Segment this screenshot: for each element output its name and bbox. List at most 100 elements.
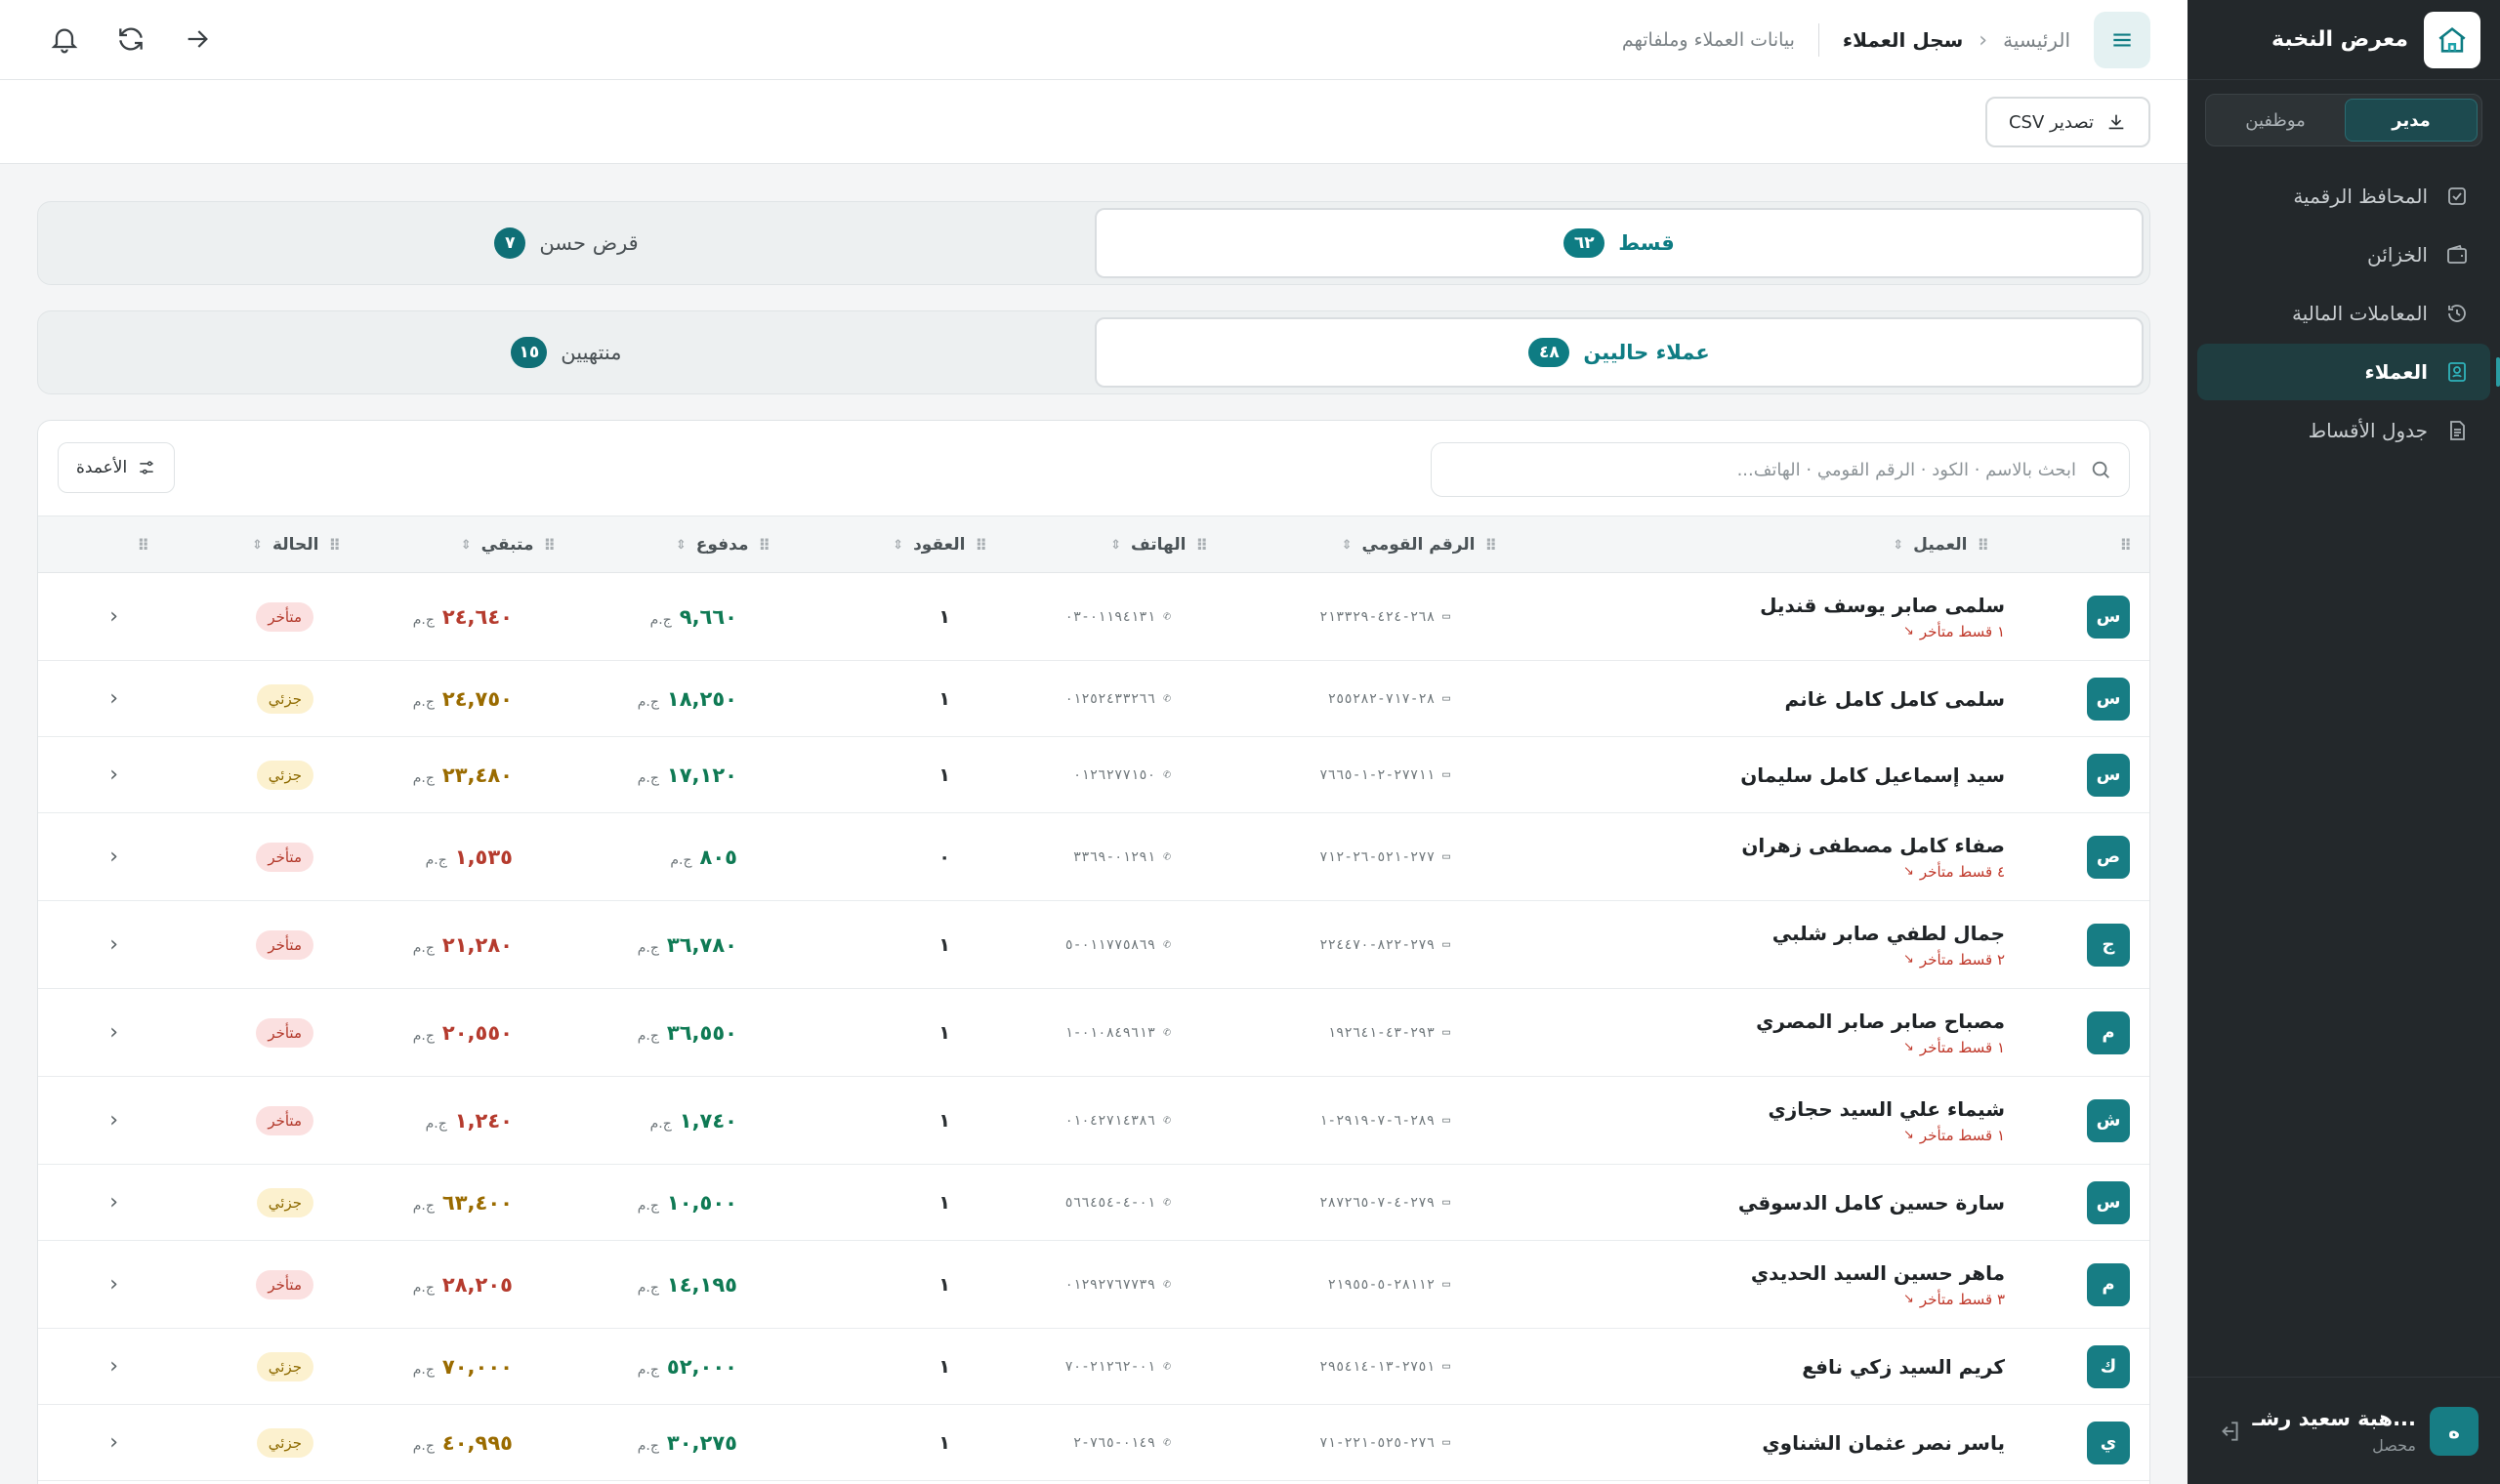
chevron-right-icon[interactable]: › xyxy=(109,1108,118,1133)
national-id-value: ٢٨-٧١٧-٢٥٥٢٨٢ xyxy=(1327,690,1436,707)
avatar: ص xyxy=(2087,835,2130,879)
user-card[interactable]: هبة سعيد رشـ... محصل ه xyxy=(2188,1377,2500,1484)
remaining-amount: ٢٤,٧٥٠ ج.م xyxy=(413,687,513,711)
table-row[interactable]: ي ياسر نصر عثمان الشناوي ▭ ٢٧٦-٥٢٥-٢٢١-٧١ ✆ ٠… xyxy=(38,1405,2149,1481)
chevron-right-icon[interactable]: › xyxy=(109,1430,118,1455)
table-row[interactable]: ج جمال لطفي صابر شلبي ٢ قسط متأخر ↘ ▭ ٢٧٩-٨٢٢… xyxy=(38,901,2149,989)
chevron-right-icon[interactable]: › xyxy=(109,1354,118,1379)
client-info: مصباح صابر صابر المصري ١ قسط متأخر ↘ xyxy=(1756,1010,2005,1056)
table-row[interactable]: س سلمى صابر يوسف قنديل ١ قسط متأخر ↘ ▭ ٢٦٨-٤٢… xyxy=(38,573,2149,661)
sidebar-item-installments[interactable]: جدول الأقساط xyxy=(2197,402,2490,459)
avatar: م xyxy=(2087,1262,2130,1306)
header-drag-handle[interactable]: ⠿ xyxy=(2120,516,2132,573)
chevron-right-icon[interactable]: › xyxy=(109,932,118,957)
avatar: ج xyxy=(2087,923,2130,967)
check-square-icon xyxy=(2448,187,2466,205)
menu-toggle-button[interactable] xyxy=(2094,12,2150,68)
sidebar-item-safes[interactable]: الخزائن xyxy=(2197,227,2490,283)
client-name[interactable]: سلمى صابر يوسف قنديل xyxy=(1760,594,2005,617)
client-name[interactable]: جمال لطفي صابر شلبي xyxy=(1772,922,2005,945)
late-installment-note: ١ قسط متأخر ↘ xyxy=(1756,1039,2005,1056)
header-phone[interactable]: ⠿ الهاتف ⇕ xyxy=(1110,516,1208,573)
header-paid[interactable]: ⠿ مدفوع ⇕ xyxy=(676,516,771,573)
columns-button[interactable]: الأعمدة xyxy=(58,442,176,493)
client-info: جمال لطفي صابر شلبي ٢ قسط متأخر ↘ xyxy=(1772,922,2005,969)
header-national-id[interactable]: ⠿ الرقم القومي ⇕ xyxy=(1342,516,1497,573)
chevron-right-icon[interactable]: › xyxy=(109,604,118,629)
header-remaining[interactable]: ⠿ متبقي ⇕ xyxy=(461,516,556,573)
client-name[interactable]: شيماء علي السيد حجازي xyxy=(1768,1097,2005,1121)
grip-icon: ⠿ xyxy=(328,535,341,555)
avatar: س xyxy=(2087,595,2130,639)
home-logo-icon[interactable] xyxy=(2424,11,2480,68)
late-count: ٢ قسط متأخر xyxy=(1919,950,2005,969)
tab-good-loan[interactable]: قرض حسن ٧ xyxy=(44,208,1089,278)
client-name[interactable]: ياسر نصر عثمان الشناوي xyxy=(1762,1431,2005,1455)
national-id: ▭ ٢٨١١٢-٥-٢١٩٥٥ xyxy=(1328,1277,1450,1293)
table-row[interactable]: ش شيماء علي السيد حجازي ١ قسط متأخر ↘ ▭ ٢٨٩-٦… xyxy=(38,1077,2149,1165)
chevron-right-icon[interactable]: › xyxy=(109,686,118,711)
table-row[interactable]: ك كريم السيد زكي نافع ▭ ٢٧٥١-١٣-٢٩٥٤١٤ ✆ ٠١-٢… xyxy=(38,1329,2149,1405)
sidebar-item-transactions[interactable]: المعاملات المالية xyxy=(2197,285,2490,342)
header-client[interactable]: ⠿ العميل ⇕ xyxy=(1893,516,1989,573)
header-status[interactable]: ⠿ الحالة ⇕ xyxy=(252,516,341,573)
id-card-icon: ▭ xyxy=(1442,1025,1450,1040)
refresh-icon[interactable] xyxy=(115,23,146,55)
header-label: متبقي xyxy=(480,535,534,555)
avatar-cell: ك xyxy=(2087,1329,2130,1404)
status-badge: جزئي xyxy=(256,1187,313,1217)
breadcrumb-home-link[interactable]: الرئيسية xyxy=(2003,28,2070,52)
arrow-right-icon[interactable] xyxy=(182,23,213,55)
table-row[interactable]: م ماهر حسين السيد الحديدي ٣ قسط متأخر ↘ ▭ ٢٨١… xyxy=(38,1241,2149,1329)
id-card-icon: ▭ xyxy=(1442,1195,1450,1210)
client-name[interactable]: مصباح صابر صابر المصري xyxy=(1756,1010,2005,1033)
status-tabs: عملاء حاليين ٤٨ منتهيين ١٥ xyxy=(37,310,2150,394)
search-input[interactable] xyxy=(1449,450,2076,489)
table-row[interactable]: م مصباح صابر صابر المصري ١ قسط متأخر ↘ ▭ ٢٩٣-… xyxy=(38,989,2149,1077)
chevron-right-icon[interactable]: › xyxy=(109,845,118,869)
remaining-amount: ٢٣,٤٨٠ ج.م xyxy=(413,763,513,787)
remaining-cell: ٢٨,٢٠٥ ج.م xyxy=(413,1241,513,1328)
client-info: ماهر حسين السيد الحديدي ٣ قسط متأخر ↘ xyxy=(1751,1261,2005,1308)
sidebar-item-wallets[interactable]: المحافظ الرقمية xyxy=(2197,168,2490,225)
tab-finished-clients[interactable]: منتهيين ١٥ xyxy=(44,317,1089,388)
phone-icon: ✆ xyxy=(1163,609,1171,624)
role-employees-button[interactable]: موظفين xyxy=(2210,99,2341,142)
client-name[interactable]: سارة حسين كامل الدسوقي xyxy=(1738,1191,2005,1215)
table-row[interactable]: س سارة حسين كامل الدسوقي ▭ ٢٧٩-٤-٧-٢٨٧٢٦٥ ✆ ٠… xyxy=(38,1165,2149,1241)
late-installment-note: ١ قسط متأخر ↘ xyxy=(1768,1127,2005,1144)
bell-icon[interactable] xyxy=(49,23,80,55)
header-contracts[interactable]: ⠿ العقود ⇕ xyxy=(893,516,987,573)
logout-icon[interactable] xyxy=(2217,1419,2242,1444)
contracts-count: ١ xyxy=(938,1021,950,1044)
breadcrumb: الرئيسية ‹ سجل العملاء بيانات العملاء وم… xyxy=(1622,0,2070,80)
national-id-cell: ▭ ٢٧٧-٥٢١-٢٦-٧١٢ xyxy=(1319,813,1450,900)
client-name[interactable]: ماهر حسين السيد الحديدي xyxy=(1751,1261,2005,1285)
chevron-right-icon[interactable]: › xyxy=(109,1272,118,1297)
chevron-right-icon[interactable]: › xyxy=(109,763,118,787)
table-row[interactable]: ص صفاء كامل مصطفى زهران ٤ قسط متأخر ↘ ▭ ٢٧٧-٥… xyxy=(38,813,2149,901)
role-manager-button[interactable]: مدير xyxy=(2345,99,2478,142)
phone-icon: ✆ xyxy=(1163,1435,1171,1450)
phone-cell: ✆ ٠١٠٨٤٩٦١٣-١ xyxy=(1064,989,1171,1076)
client-name[interactable]: صفاء كامل مصطفى زهران xyxy=(1741,834,2005,857)
export-csv-button[interactable]: تصدير CSV xyxy=(1984,97,2150,147)
tab-installment[interactable]: قسط ٦٢ xyxy=(1095,208,2144,278)
tab-current-clients[interactable]: عملاء حاليين ٤٨ xyxy=(1095,317,2144,388)
remaining-cell: ٤٠,٩٩٥ ج.م xyxy=(413,1405,513,1480)
paid-amount: ٣٠,٢٧٥ ج.م xyxy=(638,1431,737,1455)
phone-cell: ✆ ٠١٢٦٢٧٧١٥٠ xyxy=(1073,737,1171,812)
header-actions[interactable]: ⠿ xyxy=(138,516,149,573)
table-row[interactable]: س سيد إسماعيل كامل سليمان ▭ ٢٧٧١١-٢-١-٧٦٦٥ ✆… xyxy=(38,737,2149,813)
sidebar-item-clients[interactable]: العملاء xyxy=(2197,344,2500,400)
client-name[interactable]: سيد إسماعيل كامل سليمان xyxy=(1740,763,2005,787)
paid-value: ١٨,٢٥٠ xyxy=(666,686,737,711)
chevron-right-icon[interactable]: › xyxy=(109,1190,118,1215)
client-name[interactable]: كريم السيد زكي نافع xyxy=(1802,1355,2005,1379)
phone-icon: ✆ xyxy=(1163,1113,1171,1128)
table-row[interactable]: س سلمى كامل كامل غانم ▭ ٢٨-٧١٧-٢٥٥٢٨٢ ✆ ٠١٢٥٢… xyxy=(38,661,2149,737)
sidebar: معرض النخبة مدير موظفين المحافظ الرقمية … xyxy=(2188,0,2500,1484)
chevron-right-icon[interactable]: › xyxy=(109,1020,118,1045)
avatar-cell: ص xyxy=(2087,813,2130,900)
client-name[interactable]: سلمى كامل كامل غانم xyxy=(1785,687,2005,711)
